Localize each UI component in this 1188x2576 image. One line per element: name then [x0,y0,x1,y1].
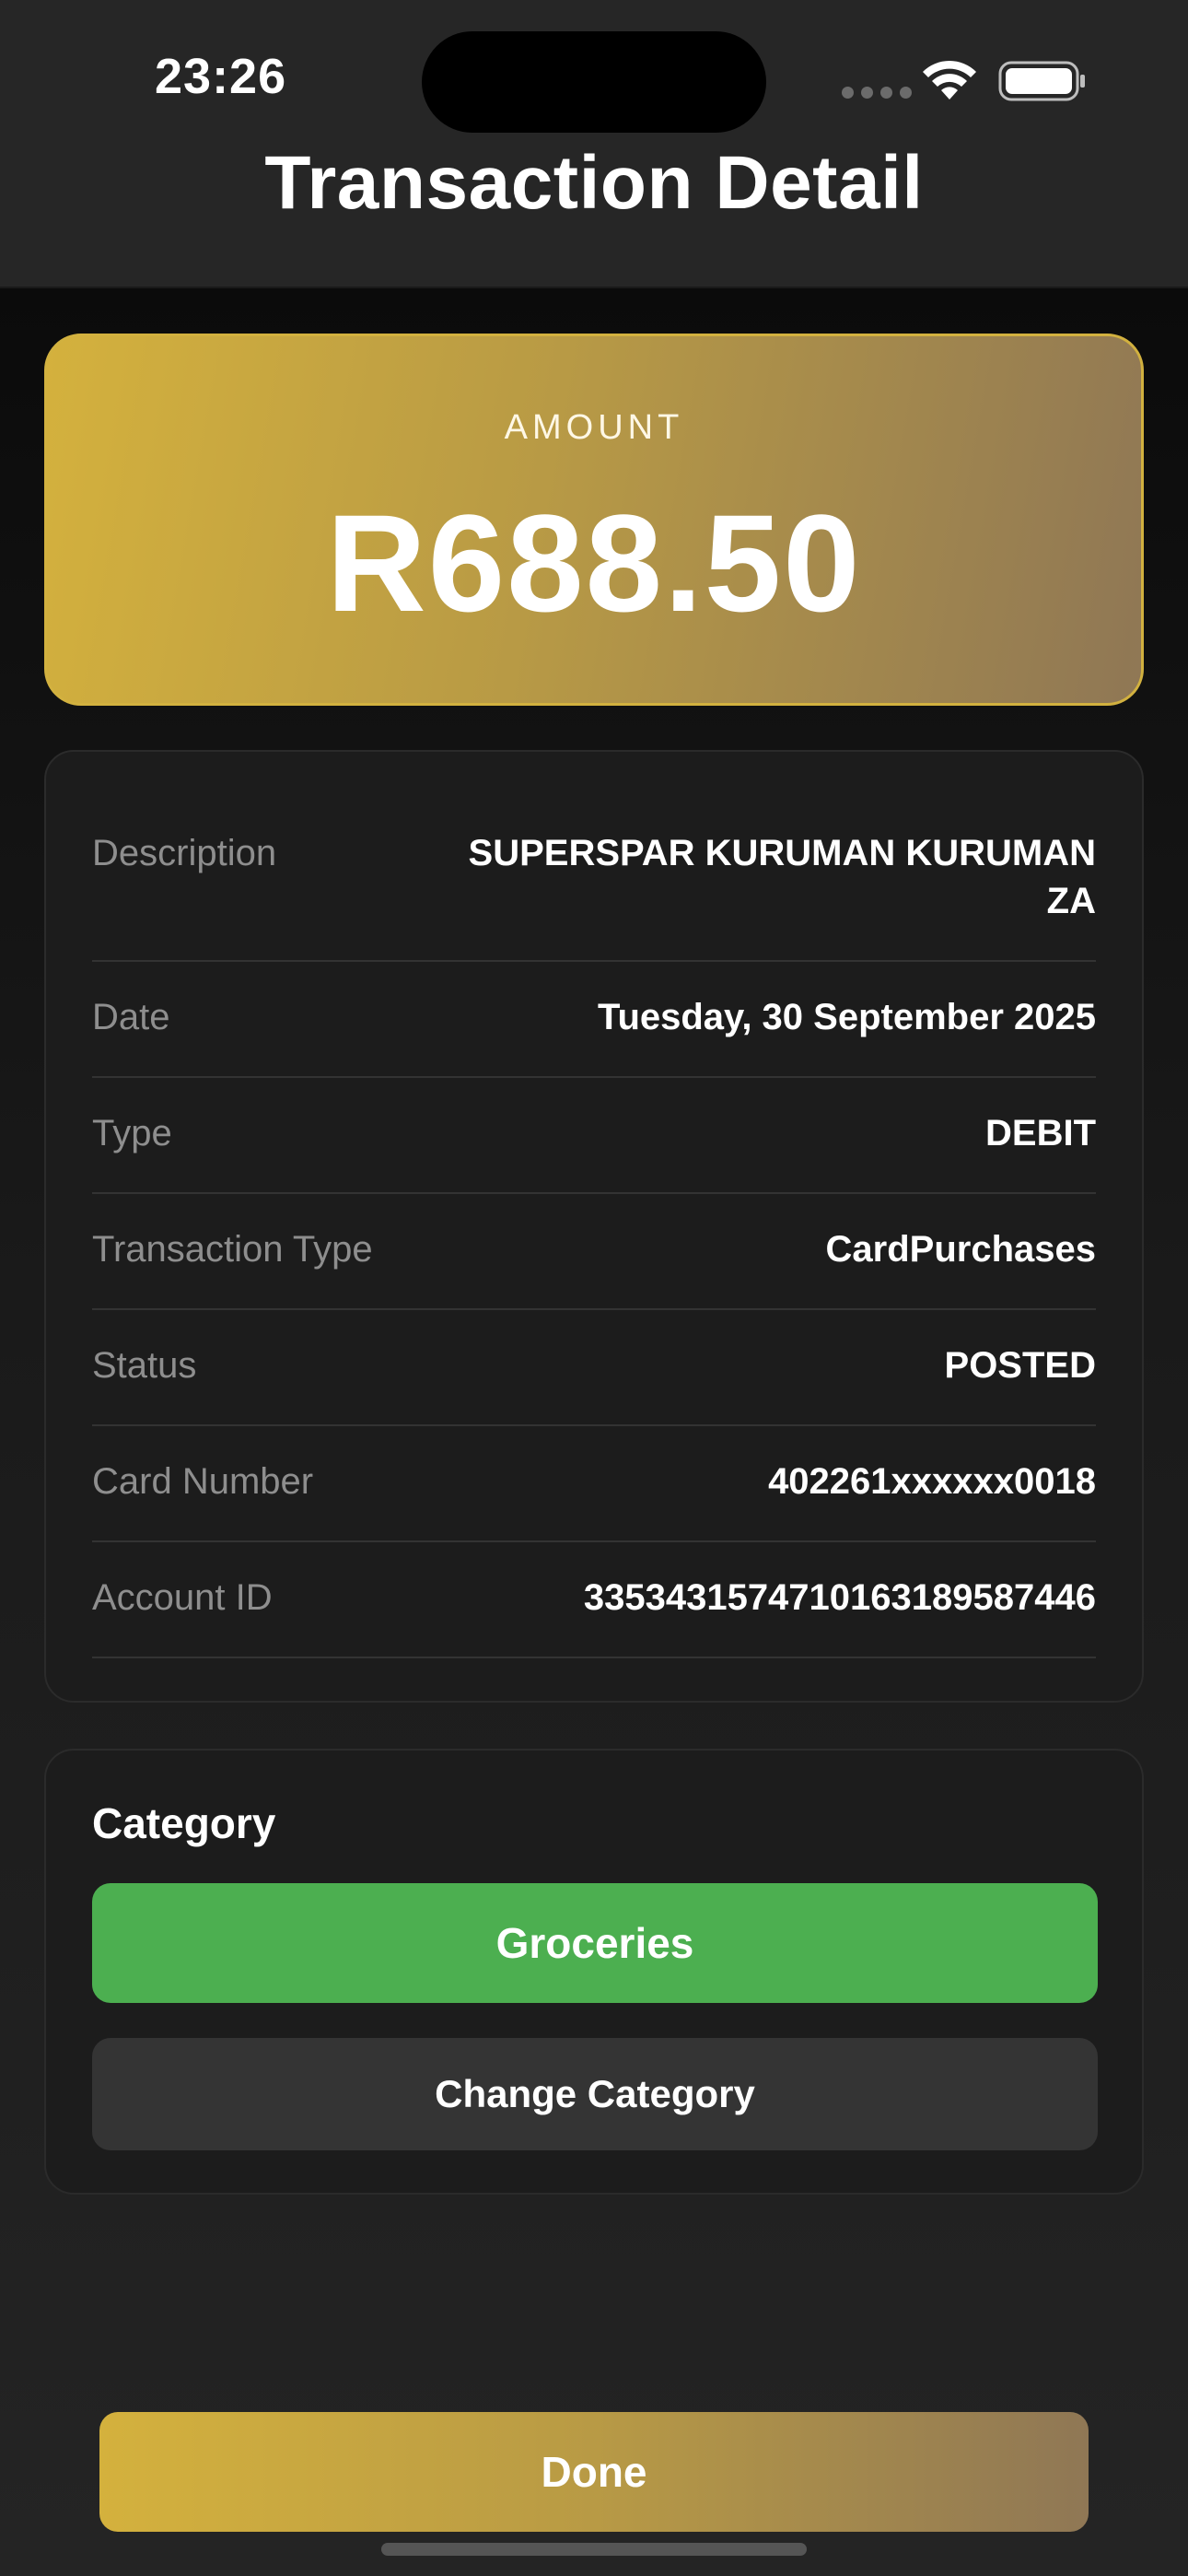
detail-label: Card Number [92,1461,314,1502]
home-indicator[interactable] [381,2543,807,2556]
transaction-details-card: Description SUPERSPAR KURUMAN KURUMAN ZA… [44,750,1144,1703]
wifi-icon [923,60,976,100]
transaction-detail-screen: 23:26 Transaction Detail AMOUNT R688.50 … [0,0,1188,2576]
detail-value: POSTED [944,1345,1096,1386]
category-title: Category [92,1799,276,1847]
detail-row-transaction-type: Transaction Type CardPurchases [92,1194,1096,1310]
category-card: Category Groceries Change Category [44,1749,1144,2195]
detail-label: Account ID [92,1577,273,1618]
detail-row-description: Description SUPERSPAR KURUMAN KURUMAN ZA [92,752,1096,962]
dynamic-island [422,31,766,133]
change-category-button[interactable]: Change Category [92,2038,1098,2150]
detail-value: SUPERSPAR KURUMAN KURUMAN ZA [468,833,1096,921]
detail-label: Type [92,1113,172,1153]
amount-label: AMOUNT [504,408,684,447]
battery-icon [998,61,1085,101]
detail-label: Status [92,1345,197,1386]
detail-row-date: Date Tuesday, 30 September 2025 [92,962,1096,1078]
signal-dots-icon [842,87,912,99]
detail-value: DEBIT [985,1113,1096,1153]
detail-row-card-number: Card Number 402261xxxxxx0018 [92,1426,1096,1542]
done-button[interactable]: Done [99,2412,1089,2532]
amount-value: R688.50 [326,486,862,640]
detail-value: 402261xxxxxx0018 [768,1461,1096,1502]
detail-value: 3353431574710163189587446 [583,1577,1096,1618]
page-title: Transaction Detail [264,141,924,225]
detail-label: Date [92,997,170,1037]
detail-value: CardPurchases [825,1229,1096,1270]
current-category-badge: Groceries [92,1883,1098,2003]
detail-label: Transaction Type [92,1229,373,1270]
detail-value: Tuesday, 30 September 2025 [597,997,1096,1037]
navigation-header: 23:26 Transaction Detail [0,0,1188,288]
amount-card: AMOUNT R688.50 [44,334,1144,706]
detail-row-account-id: Account ID 3353431574710163189587446 [92,1542,1096,1658]
detail-row-type: Type DEBIT [92,1078,1096,1194]
detail-label: Description [92,833,277,873]
detail-row-status: Status POSTED [92,1310,1096,1426]
status-time: 23:26 [155,49,287,104]
